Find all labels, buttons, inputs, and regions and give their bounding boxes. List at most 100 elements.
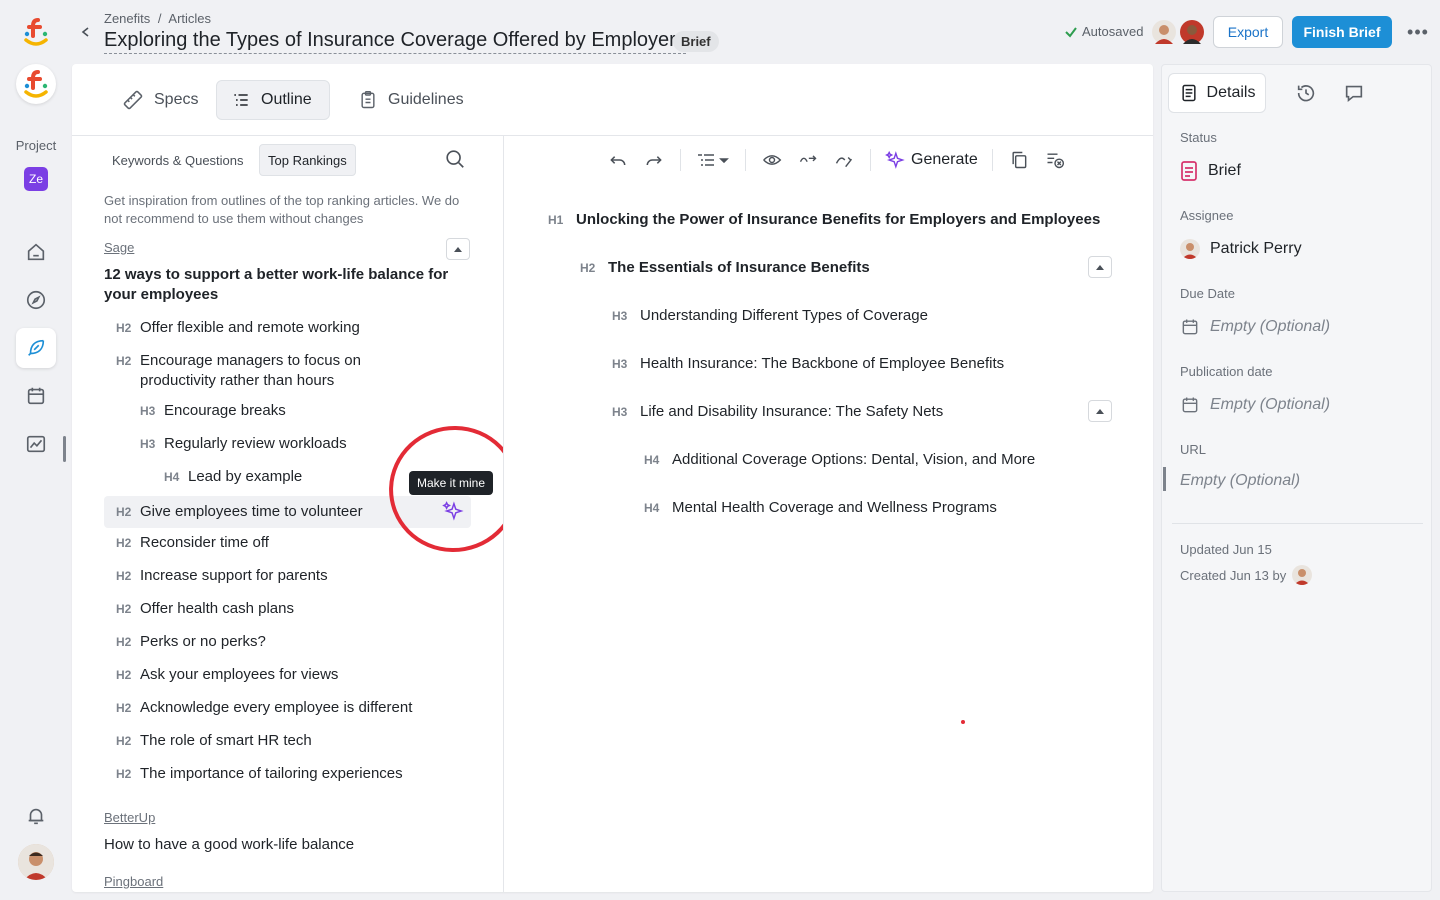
creator-avatar[interactable] — [1292, 565, 1313, 585]
tab-details[interactable]: Details — [1168, 73, 1266, 113]
project-label: Project — [15, 138, 57, 153]
list-item[interactable]: H2 Offer flexible and remote working — [104, 318, 471, 338]
heading-level: H3 — [140, 437, 156, 451]
heading-level: H4 — [644, 500, 660, 515]
details-sidebar: Details Status Brief Assignee Patrick Pe… — [1161, 64, 1432, 892]
collapse-icon[interactable] — [1088, 256, 1112, 278]
list-item[interactable]: H3 Encourage breaks — [104, 401, 471, 421]
subtab-top-rankings[interactable]: Top Rankings — [259, 144, 356, 176]
tab-outline[interactable]: Outline — [216, 80, 330, 120]
publication-date-field[interactable]: Empty (Optional) — [1180, 395, 1330, 415]
rewrite-icon[interactable] — [826, 144, 862, 176]
due-date-label: Due Date — [1180, 286, 1235, 301]
article-title[interactable]: How to have a good work-life balance — [104, 835, 484, 855]
tab-specs-label: Specs — [154, 91, 199, 108]
tab-specs[interactable]: Specs — [108, 80, 212, 120]
document-icon — [1181, 84, 1196, 102]
collapse-icon[interactable] — [446, 238, 470, 260]
breadcrumb-articles[interactable]: Articles — [168, 11, 211, 26]
outline-item[interactable]: H4 Mental Health Coverage and Wellness Pr… — [644, 499, 997, 516]
item-text: Increase support for parents — [140, 567, 328, 584]
preview-icon[interactable] — [754, 144, 790, 176]
assignee-value[interactable]: Patrick Perry — [1180, 239, 1302, 259]
outline-item[interactable]: H3 Understanding Different Types of Cover… — [612, 307, 928, 324]
publication-date-value: Empty (Optional) — [1210, 396, 1331, 413]
sparkle-icon — [885, 150, 905, 169]
item-text: The role of smart HR tech — [140, 732, 312, 749]
status-value[interactable]: Brief — [1180, 161, 1241, 181]
back-chevron-icon[interactable] — [76, 22, 96, 42]
outline-item[interactable]: H3 Life and Disability Insurance: The Saf… — [612, 403, 943, 420]
calendar-icon — [1182, 397, 1198, 413]
clear-formatting-icon[interactable] — [1037, 144, 1073, 176]
heading-level: H2 — [116, 505, 132, 519]
collapse-icon[interactable] — [1088, 400, 1112, 422]
home-icon[interactable] — [16, 232, 56, 272]
app-logo-icon[interactable] — [18, 14, 54, 50]
url-field[interactable]: Empty (Optional) — [1180, 472, 1300, 490]
article-title[interactable]: 12 ways to support a better work-life ba… — [104, 265, 484, 305]
compass-icon[interactable] — [16, 280, 56, 320]
publication-date-label: Publication date — [1180, 364, 1273, 379]
list-item[interactable]: H2 Increase support for parents — [104, 566, 471, 586]
source-link-sage[interactable]: Sage — [104, 240, 134, 255]
breadcrumb-zenefits[interactable]: Zenefits — [104, 11, 150, 26]
calendar-icon[interactable] — [16, 376, 56, 416]
undo-icon[interactable] — [600, 144, 636, 176]
history-icon[interactable] — [1286, 73, 1326, 113]
breadcrumb: Zenefits / Articles — [104, 11, 215, 26]
collaborator-avatar[interactable] — [1180, 20, 1204, 44]
status-text: Brief — [1208, 162, 1241, 179]
comment-icon[interactable] — [1334, 73, 1374, 113]
list-item[interactable]: H2 Perks or no perks? — [104, 632, 471, 652]
list-item[interactable]: H2 The role of smart HR tech — [104, 731, 471, 751]
list-item[interactable]: H2 Ask your employees for views — [104, 665, 471, 685]
page-title[interactable]: Exploring the Types of Insurance Coverag… — [104, 29, 686, 54]
list-item[interactable]: H2 Acknowledge every employee is differen… — [104, 698, 471, 718]
redo-icon[interactable] — [636, 144, 672, 176]
workspace-logo-icon[interactable] — [16, 64, 56, 104]
copy-icon[interactable] — [1001, 144, 1037, 176]
heading-level: H2 — [116, 635, 132, 649]
heading-level: H3 — [140, 404, 156, 418]
list-item[interactable]: H2 Offer health cash plans — [104, 599, 471, 619]
list-item[interactable]: H2 Encourage managers to focus on product… — [104, 351, 471, 391]
autosave-status: Autosaved — [1064, 24, 1143, 39]
list-item[interactable]: H2 The importance of tailoring experience… — [104, 764, 471, 784]
outline-item[interactable]: H2 The Essentials of Insurance Benefits — [580, 259, 870, 276]
source-link-betterup[interactable]: BetterUp — [104, 810, 155, 825]
breadcrumb-separator: / — [157, 11, 162, 26]
item-text: Regularly review workloads — [164, 435, 347, 452]
url-label: URL — [1180, 442, 1207, 457]
source-link-pingboard[interactable]: Pingboard — [104, 874, 163, 889]
generate-button[interactable]: Generate — [879, 150, 984, 170]
bell-icon[interactable] — [16, 796, 56, 836]
project-badge[interactable]: Ze — [24, 167, 48, 191]
search-icon[interactable] — [444, 148, 468, 172]
link-icon[interactable] — [790, 144, 826, 176]
heading-level: H2 — [116, 668, 132, 682]
scroll-indicator[interactable] — [63, 436, 66, 462]
assignee-avatar — [1180, 239, 1200, 259]
inspiration-hint: Get inspiration from outlines of the top… — [104, 193, 460, 226]
feather-icon[interactable] — [16, 328, 56, 368]
due-date-field[interactable]: Empty (Optional) — [1180, 317, 1330, 337]
tab-guidelines[interactable]: Guidelines — [344, 80, 478, 120]
heading-level: H4 — [164, 470, 180, 484]
heading-level: H3 — [612, 356, 628, 371]
export-button[interactable]: Export — [1213, 16, 1283, 48]
outline-item[interactable]: H1 Unlocking the Power of Insurance Benef… — [548, 211, 1100, 228]
url-value: Empty (Optional) — [1180, 472, 1301, 489]
outline-editor: Generate H1 Unlocking the Power of Insura… — [504, 136, 1153, 892]
more-options-icon[interactable]: ••• — [1406, 20, 1430, 44]
collaborator-avatar[interactable] — [1152, 20, 1176, 44]
finish-brief-button[interactable]: Finish Brief — [1292, 16, 1392, 48]
heading-level-dropdown-icon[interactable] — [689, 144, 737, 176]
item-text: Offer health cash plans — [140, 600, 294, 617]
user-avatar[interactable] — [18, 844, 54, 880]
tab-details-label: Details — [1206, 84, 1256, 101]
outline-item[interactable]: H3 Health Insurance: The Backbone of Empl… — [612, 355, 1004, 372]
subtab-keywords-questions[interactable]: Keywords & Questions — [104, 144, 252, 176]
outline-item[interactable]: H4 Additional Coverage Options: Dental, V… — [644, 451, 1035, 468]
analytics-icon[interactable] — [16, 424, 56, 464]
